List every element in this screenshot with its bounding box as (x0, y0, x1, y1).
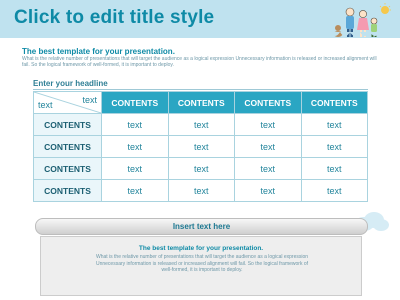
text-box: The best template for your presentation.… (40, 236, 362, 296)
table-header-row: text text CONTENTS CONTENTS CONTENTS CON… (33, 91, 368, 114)
column-header[interactable]: CONTENTS (234, 91, 302, 114)
scalloped-edge (0, 32, 400, 36)
column-header[interactable]: CONTENTS (101, 91, 169, 114)
headline-divider (33, 89, 368, 90)
table-cell[interactable]: text (234, 179, 302, 202)
table-row: CONTENTS text text text text (33, 179, 368, 202)
table-cell[interactable]: text (234, 157, 302, 180)
table-cell[interactable]: text (234, 135, 302, 158)
column-header[interactable]: CONTENTS (167, 91, 235, 114)
column-header[interactable]: CONTENTS (300, 91, 368, 114)
table-cell[interactable]: text (167, 157, 235, 180)
slide-title[interactable]: Click to edit title style (14, 7, 214, 29)
row-header[interactable]: CONTENTS (33, 157, 102, 180)
table-cell[interactable]: text (300, 157, 368, 180)
text-box-body[interactable]: What is the relative number of presentat… (91, 254, 313, 274)
table-cell[interactable]: text (300, 135, 368, 158)
contents-table: text text CONTENTS CONTENTS CONTENTS CON… (33, 91, 368, 202)
subtitle-body[interactable]: What is the relative number of presentat… (22, 56, 382, 68)
table-row: CONTENTS text text text text (33, 113, 368, 136)
insert-text-bar[interactable]: Insert text here (35, 218, 368, 235)
text-box-title[interactable]: The best template for your presentation. (41, 245, 361, 252)
table-cell[interactable]: text (101, 179, 169, 202)
table-row: CONTENTS text text text text (33, 157, 368, 180)
table-corner-cell[interactable]: text text (33, 91, 102, 114)
table-cell[interactable]: text (300, 179, 368, 202)
corner-label-bottom: text (38, 100, 53, 110)
corner-label-top: text (82, 95, 97, 105)
row-header[interactable]: CONTENTS (33, 179, 102, 202)
row-header[interactable]: CONTENTS (33, 135, 102, 158)
table-cell[interactable]: text (101, 157, 169, 180)
table-cell[interactable]: text (300, 113, 368, 136)
row-header[interactable]: CONTENTS (33, 113, 102, 136)
table-cell[interactable]: text (101, 113, 169, 136)
table-cell[interactable]: text (167, 135, 235, 158)
table-cell[interactable]: text (167, 179, 235, 202)
table-cell[interactable]: text (101, 135, 169, 158)
insert-text-label: Insert text here (172, 222, 231, 231)
table-cell[interactable]: text (167, 113, 235, 136)
table-cell[interactable]: text (234, 113, 302, 136)
table-row: CONTENTS text text text text (33, 135, 368, 158)
subtitle[interactable]: The best template for your presentation. (22, 47, 175, 56)
headline[interactable]: Enter your headline (33, 79, 108, 88)
